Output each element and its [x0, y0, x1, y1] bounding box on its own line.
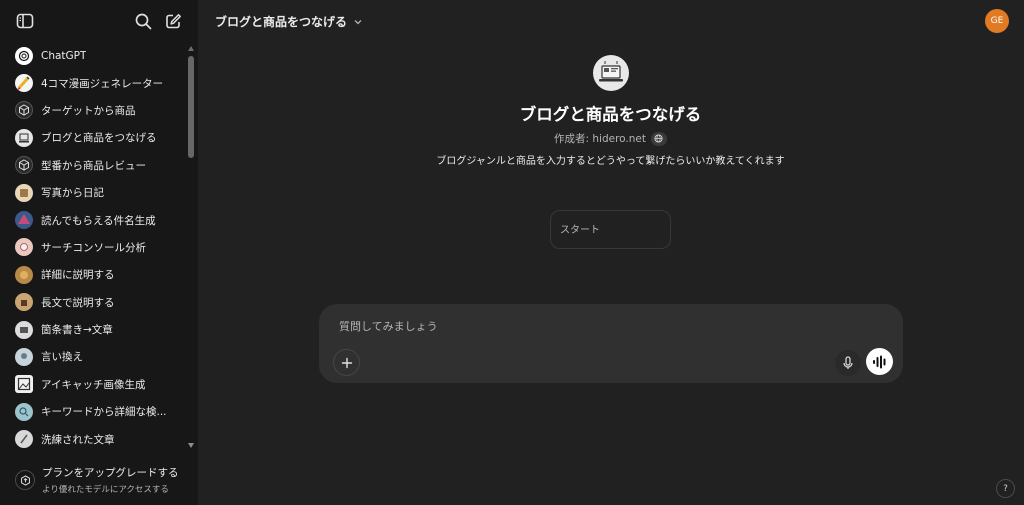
sidebar-item-label: サーチコンソール分析: [41, 241, 146, 254]
scroll-up-arrow-icon[interactable]: [188, 46, 194, 51]
sidebar-item-label: 詳細に説明する: [41, 269, 115, 282]
chevron-down-icon: [354, 19, 362, 24]
gpt-avatar: [593, 55, 629, 91]
sidebar-item-target-product[interactable]: ターゲットから商品: [0, 97, 186, 124]
list-avatar-icon: [15, 320, 33, 339]
sidebar-item-label: 型番から商品レビュー: [41, 159, 146, 172]
sidebar-item-photo-diary[interactable]: 写真から日記: [0, 179, 186, 206]
sidebar-icon: [16, 13, 34, 29]
compose-icon: [165, 13, 181, 28]
chart-avatar-icon: [15, 238, 33, 257]
scrollbar-thumb[interactable]: [188, 56, 194, 158]
sidebar-item-long-explain[interactable]: 長文で説明する: [0, 289, 186, 316]
cube-icon: [15, 156, 33, 175]
search-avatar-icon: [15, 402, 33, 421]
mail-avatar-icon: [15, 211, 33, 230]
dictate-button[interactable]: [835, 350, 861, 376]
pen-avatar-icon: [15, 430, 33, 449]
openai-icon: [15, 46, 33, 65]
sidebar-item-bullets-to-text[interactable]: 箇条書き→文章: [0, 316, 186, 343]
swap-avatar-icon: [15, 347, 33, 366]
sidebar-item-eyecatch[interactable]: アイキャッチ画像生成: [0, 371, 186, 398]
image-avatar-icon: [15, 375, 33, 394]
sidebar-item-label: ターゲットから商品: [41, 104, 136, 117]
lion-avatar-icon: [15, 265, 33, 284]
writer-avatar-icon: [15, 293, 33, 312]
photo-avatar-icon: [15, 183, 33, 202]
laptop-avatar-icon: [599, 61, 623, 82]
sidebar-item-subject-generator[interactable]: 読んでもらえる件名生成: [0, 206, 186, 233]
message-input[interactable]: [339, 317, 859, 335]
sidebar-item-blog-product[interactable]: ブログと商品をつなげる: [0, 124, 186, 151]
globe-icon[interactable]: [650, 131, 667, 146]
gpt-model-selector[interactable]: ブログと商品をつなげる: [215, 13, 363, 30]
sidebar-item-model-review[interactable]: 型番から商品レビュー: [0, 152, 186, 179]
user-avatar[interactable]: GE: [985, 9, 1009, 33]
sidebar-item-detailed-explain[interactable]: 詳細に説明する: [0, 261, 186, 288]
help-button[interactable]: ?: [996, 479, 1015, 498]
upgrade-icon: [15, 470, 35, 490]
sidebar-toolbar: [0, 0, 198, 42]
gpt-description: ブログジャンルと商品を入力するとどうやって繋げたらいいか教えてくれます: [436, 156, 785, 167]
sidebar-item-label: 4コマ漫画ジェネレーター: [41, 77, 164, 90]
search-icon: [135, 13, 151, 29]
sidebar-item-refined-text[interactable]: 洗練された文章: [0, 425, 186, 452]
sidebar-item-paraphrase[interactable]: 言い換え: [0, 343, 186, 370]
voice-mode-button[interactable]: [866, 348, 893, 375]
sidebar-item-label: 長文で説明する: [41, 296, 115, 309]
sidebar-item-4koma[interactable]: 4コマ漫画ジェネレーター: [0, 69, 186, 96]
upgrade-plan-button[interactable]: プランをアップグレードする より優れたモデルにアクセスする: [0, 458, 198, 502]
microphone-icon: [843, 356, 853, 369]
sidebar-item-label: 読んでもらえる件名生成: [41, 214, 156, 227]
sidebar-item-label: ブログと商品をつなげる: [41, 132, 157, 145]
new-chat-button[interactable]: [162, 10, 184, 32]
sidebar-item-label: 写真から日記: [41, 187, 104, 200]
upgrade-subtitle: より優れたモデルにアクセスする: [42, 485, 169, 495]
scroll-down-arrow-icon[interactable]: [188, 443, 194, 448]
voice-waveform-icon: [872, 355, 885, 368]
laptop-avatar-icon: [15, 128, 33, 147]
sidebar-item-label: 洗練された文章: [41, 433, 115, 446]
sidebar: ChatGPT 4コマ漫画ジェネレーター ターゲットから商品 ブログと商品をつな…: [0, 0, 198, 505]
gpt-author: 作成者: hidero.net: [410, 131, 811, 146]
sidebar-item-label: アイキャッチ画像生成: [41, 378, 146, 391]
plus-icon: [341, 357, 352, 368]
sidebar-item-search-console[interactable]: サーチコンソール分析: [0, 234, 186, 261]
gpt-name: ブログと商品をつなげる: [519, 105, 702, 124]
sidebar-scrollbar[interactable]: [187, 44, 195, 448]
header-title: ブログと商品をつなげる: [215, 15, 348, 29]
attach-button[interactable]: [333, 349, 360, 376]
author-label: 作成者: hidero.net: [554, 133, 646, 145]
upgrade-title: プランをアップグレードする: [42, 467, 179, 479]
cube-icon: [15, 101, 33, 120]
sidebar-item-label: ChatGPT: [41, 49, 87, 62]
sidebar-item-label: 言い換え: [41, 351, 83, 364]
comic-avatar-icon: [15, 74, 33, 93]
sidebar-item-label: 箇条書き→文章: [41, 324, 113, 337]
sidebar-item-keyword-search[interactable]: キーワードから詳細な検...: [0, 398, 186, 425]
message-composer: [319, 304, 903, 383]
search-chats-button[interactable]: [132, 10, 154, 32]
sidebar-item-label: キーワードから詳細な検...: [41, 406, 167, 419]
toggle-sidebar-button[interactable]: [14, 10, 36, 32]
conversation-starter-button[interactable]: スタート: [550, 210, 671, 249]
sidebar-item-chatgpt[interactable]: ChatGPT: [0, 42, 186, 69]
gpt-list: ChatGPT 4コマ漫画ジェネレーター ターゲットから商品 ブログと商品をつな…: [0, 42, 186, 454]
